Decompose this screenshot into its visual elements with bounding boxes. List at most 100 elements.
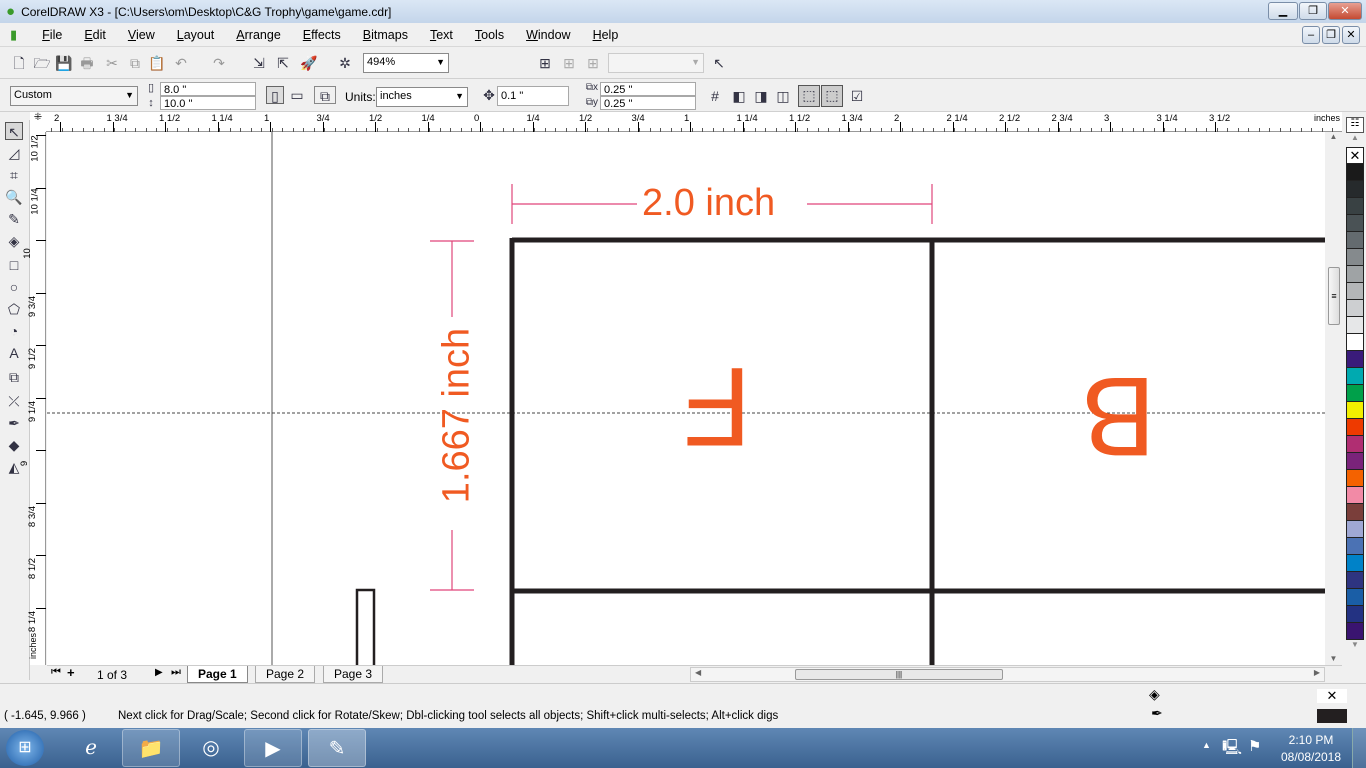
portrait-icon[interactable]: ▯: [266, 86, 284, 104]
color-swatch[interactable]: [1346, 555, 1364, 572]
color-swatch[interactable]: [1346, 300, 1364, 317]
treat-as-filled-icon[interactable]: ⬚: [798, 85, 820, 107]
color-swatch[interactable]: [1346, 368, 1364, 385]
application-launcher-icon[interactable]: 🚀: [300, 54, 318, 72]
color-swatch[interactable]: [1346, 538, 1364, 555]
page-tab-3[interactable]: Page 3: [323, 666, 384, 683]
nudge-input[interactable]: 0.1 ": [497, 86, 569, 106]
export-icon[interactable]: ⇱: [274, 54, 292, 72]
vertical-ruler[interactable]: 10 1/2 10 1/4 10 9 3/4 9 1/2 9 1/4 9 8 3/4 8 1/2…: [19, 132, 46, 665]
new-icon[interactable]: 🗋: [10, 54, 28, 72]
drawing-canvas[interactable]: 2.0 inch 1.667 inch F B: [47, 132, 1325, 665]
color-swatch[interactable]: [1346, 436, 1364, 453]
menu-bitmaps[interactable]: Bitmaps: [352, 28, 419, 42]
copy-icon[interactable]: ⧉: [126, 54, 144, 72]
outline-pen-icon[interactable]: ✒: [1151, 705, 1163, 722]
paste-icon[interactable]: 📋: [148, 54, 166, 72]
media-player-icon[interactable]: ▶: [244, 729, 302, 767]
color-swatch[interactable]: [1346, 317, 1364, 334]
color-swatch[interactable]: [1346, 249, 1364, 266]
doc-close-button[interactable]: ✕: [1342, 26, 1360, 44]
color-swatch[interactable]: [1346, 232, 1364, 249]
units-combo[interactable]: inches ▼: [376, 87, 468, 107]
table-grid[interactable]: [509, 237, 1325, 665]
print-icon[interactable]: 🖶: [78, 54, 96, 72]
action-center-icon[interactable]: ⚑: [1248, 737, 1261, 755]
start-button[interactable]: ⊞: [6, 730, 44, 766]
show-hidden-icons[interactable]: ▲: [1202, 740, 1211, 750]
color-swatch[interactable]: [1346, 266, 1364, 283]
color-swatch[interactable]: [1346, 606, 1364, 623]
menu-text[interactable]: Text: [419, 28, 464, 42]
letter-b[interactable]: B: [1081, 354, 1156, 479]
snap-guides-icon[interactable]: ⊞: [560, 54, 578, 72]
color-swatch[interactable]: [1346, 572, 1364, 589]
file-explorer-icon[interactable]: 📁: [122, 729, 180, 767]
menu-help[interactable]: Help: [582, 28, 630, 42]
snap-to-objects-icon[interactable]: ◨: [752, 87, 770, 105]
color-swatch[interactable]: [1346, 283, 1364, 300]
undo-icon[interactable]: ↶: [172, 54, 190, 72]
redo-icon[interactable]: ↷: [210, 54, 228, 72]
color-swatch[interactable]: [1346, 351, 1364, 368]
open-icon[interactable]: 🗁: [33, 54, 51, 72]
import-icon[interactable]: ⇲: [250, 54, 268, 72]
paper-preset-combo[interactable]: Custom ▼: [10, 86, 138, 106]
vertical-scrollbar[interactable]: ▲ ≡ ▼: [1325, 132, 1342, 665]
snap-objects-icon[interactable]: ⊞: [584, 54, 602, 72]
all-pages-icon[interactable]: ⧉: [314, 86, 336, 104]
outline-color-swatch[interactable]: [1317, 709, 1347, 723]
close-button[interactable]: ✕: [1328, 2, 1362, 20]
page-tab-1[interactable]: Page 1: [187, 666, 248, 683]
palette-menu-icon[interactable]: ☷: [1346, 117, 1364, 133]
text-tool-icon[interactable]: A: [5, 344, 23, 362]
color-swatch[interactable]: [1346, 487, 1364, 504]
color-swatch[interactable]: [1346, 181, 1364, 198]
menu-arrange[interactable]: Arrange: [225, 28, 291, 42]
color-swatch[interactable]: [1346, 623, 1364, 640]
shape-tool-icon[interactable]: ◿: [5, 144, 23, 162]
chrome-icon[interactable]: ◎: [182, 729, 240, 767]
color-swatch[interactable]: [1346, 419, 1364, 436]
scroll-down-icon[interactable]: ▼: [1325, 654, 1342, 663]
paper-height-input[interactable]: 10.0 ": [160, 96, 256, 110]
color-swatch[interactable]: [1346, 402, 1364, 419]
menu-edit[interactable]: Edit: [73, 28, 117, 42]
color-swatch[interactable]: [1346, 215, 1364, 232]
snap-to-grid-icon[interactable]: #: [706, 87, 724, 105]
letter-f[interactable]: F: [683, 344, 751, 469]
palette-scroll-up-icon[interactable]: ▲: [1346, 133, 1364, 147]
h-scroll-thumb[interactable]: |||: [795, 669, 1003, 680]
internet-explorer-icon[interactable]: ℯ: [62, 729, 120, 767]
menu-file[interactable]: File: [31, 28, 73, 42]
last-page-icon[interactable]: ⏭: [171, 666, 181, 679]
menu-window[interactable]: Window: [515, 28, 581, 42]
snap-to-guidelines-icon[interactable]: ◧: [730, 87, 748, 105]
scroll-left-icon[interactable]: ◀: [695, 668, 701, 677]
minimize-button[interactable]: ▁: [1268, 2, 1298, 20]
freehand-tool-icon[interactable]: ✎: [5, 210, 23, 228]
doc-minimize-button[interactable]: –: [1302, 26, 1320, 44]
zoom-level-combo[interactable]: 494% ▼: [363, 53, 449, 73]
show-desktop-button[interactable]: [1352, 728, 1366, 768]
color-swatch[interactable]: [1346, 164, 1364, 181]
palette-scroll-down-icon[interactable]: ▼: [1346, 640, 1364, 649]
network-icon[interactable]: 🖳: [1222, 737, 1242, 762]
scroll-up-icon[interactable]: ▲: [1325, 132, 1342, 141]
doc-restore-button[interactable]: ❐: [1322, 26, 1340, 44]
color-swatch[interactable]: [1346, 521, 1364, 538]
fill-none-swatch[interactable]: ✕: [1317, 689, 1347, 703]
horizontal-scrollbar[interactable]: ◀ ||| ▶: [690, 667, 1325, 682]
eyedropper-icon[interactable]: ⤫: [5, 392, 23, 410]
options-icon[interactable]: ☑: [848, 87, 866, 105]
smart-fill-icon[interactable]: ◈: [5, 232, 23, 250]
outline-tool-icon[interactable]: ✒: [5, 414, 23, 432]
menu-layout[interactable]: Layout: [166, 28, 226, 42]
height-dimension-label[interactable]: 1.667 inch: [436, 316, 479, 516]
menu-view[interactable]: View: [117, 28, 166, 42]
landscape-icon[interactable]: ▭: [288, 86, 306, 104]
no-color-swatch[interactable]: ✕: [1346, 147, 1364, 164]
color-swatch[interactable]: [1346, 470, 1364, 487]
basic-shapes-icon[interactable]: ◔: [5, 322, 23, 340]
scroll-thumb[interactable]: ≡: [1328, 267, 1340, 325]
